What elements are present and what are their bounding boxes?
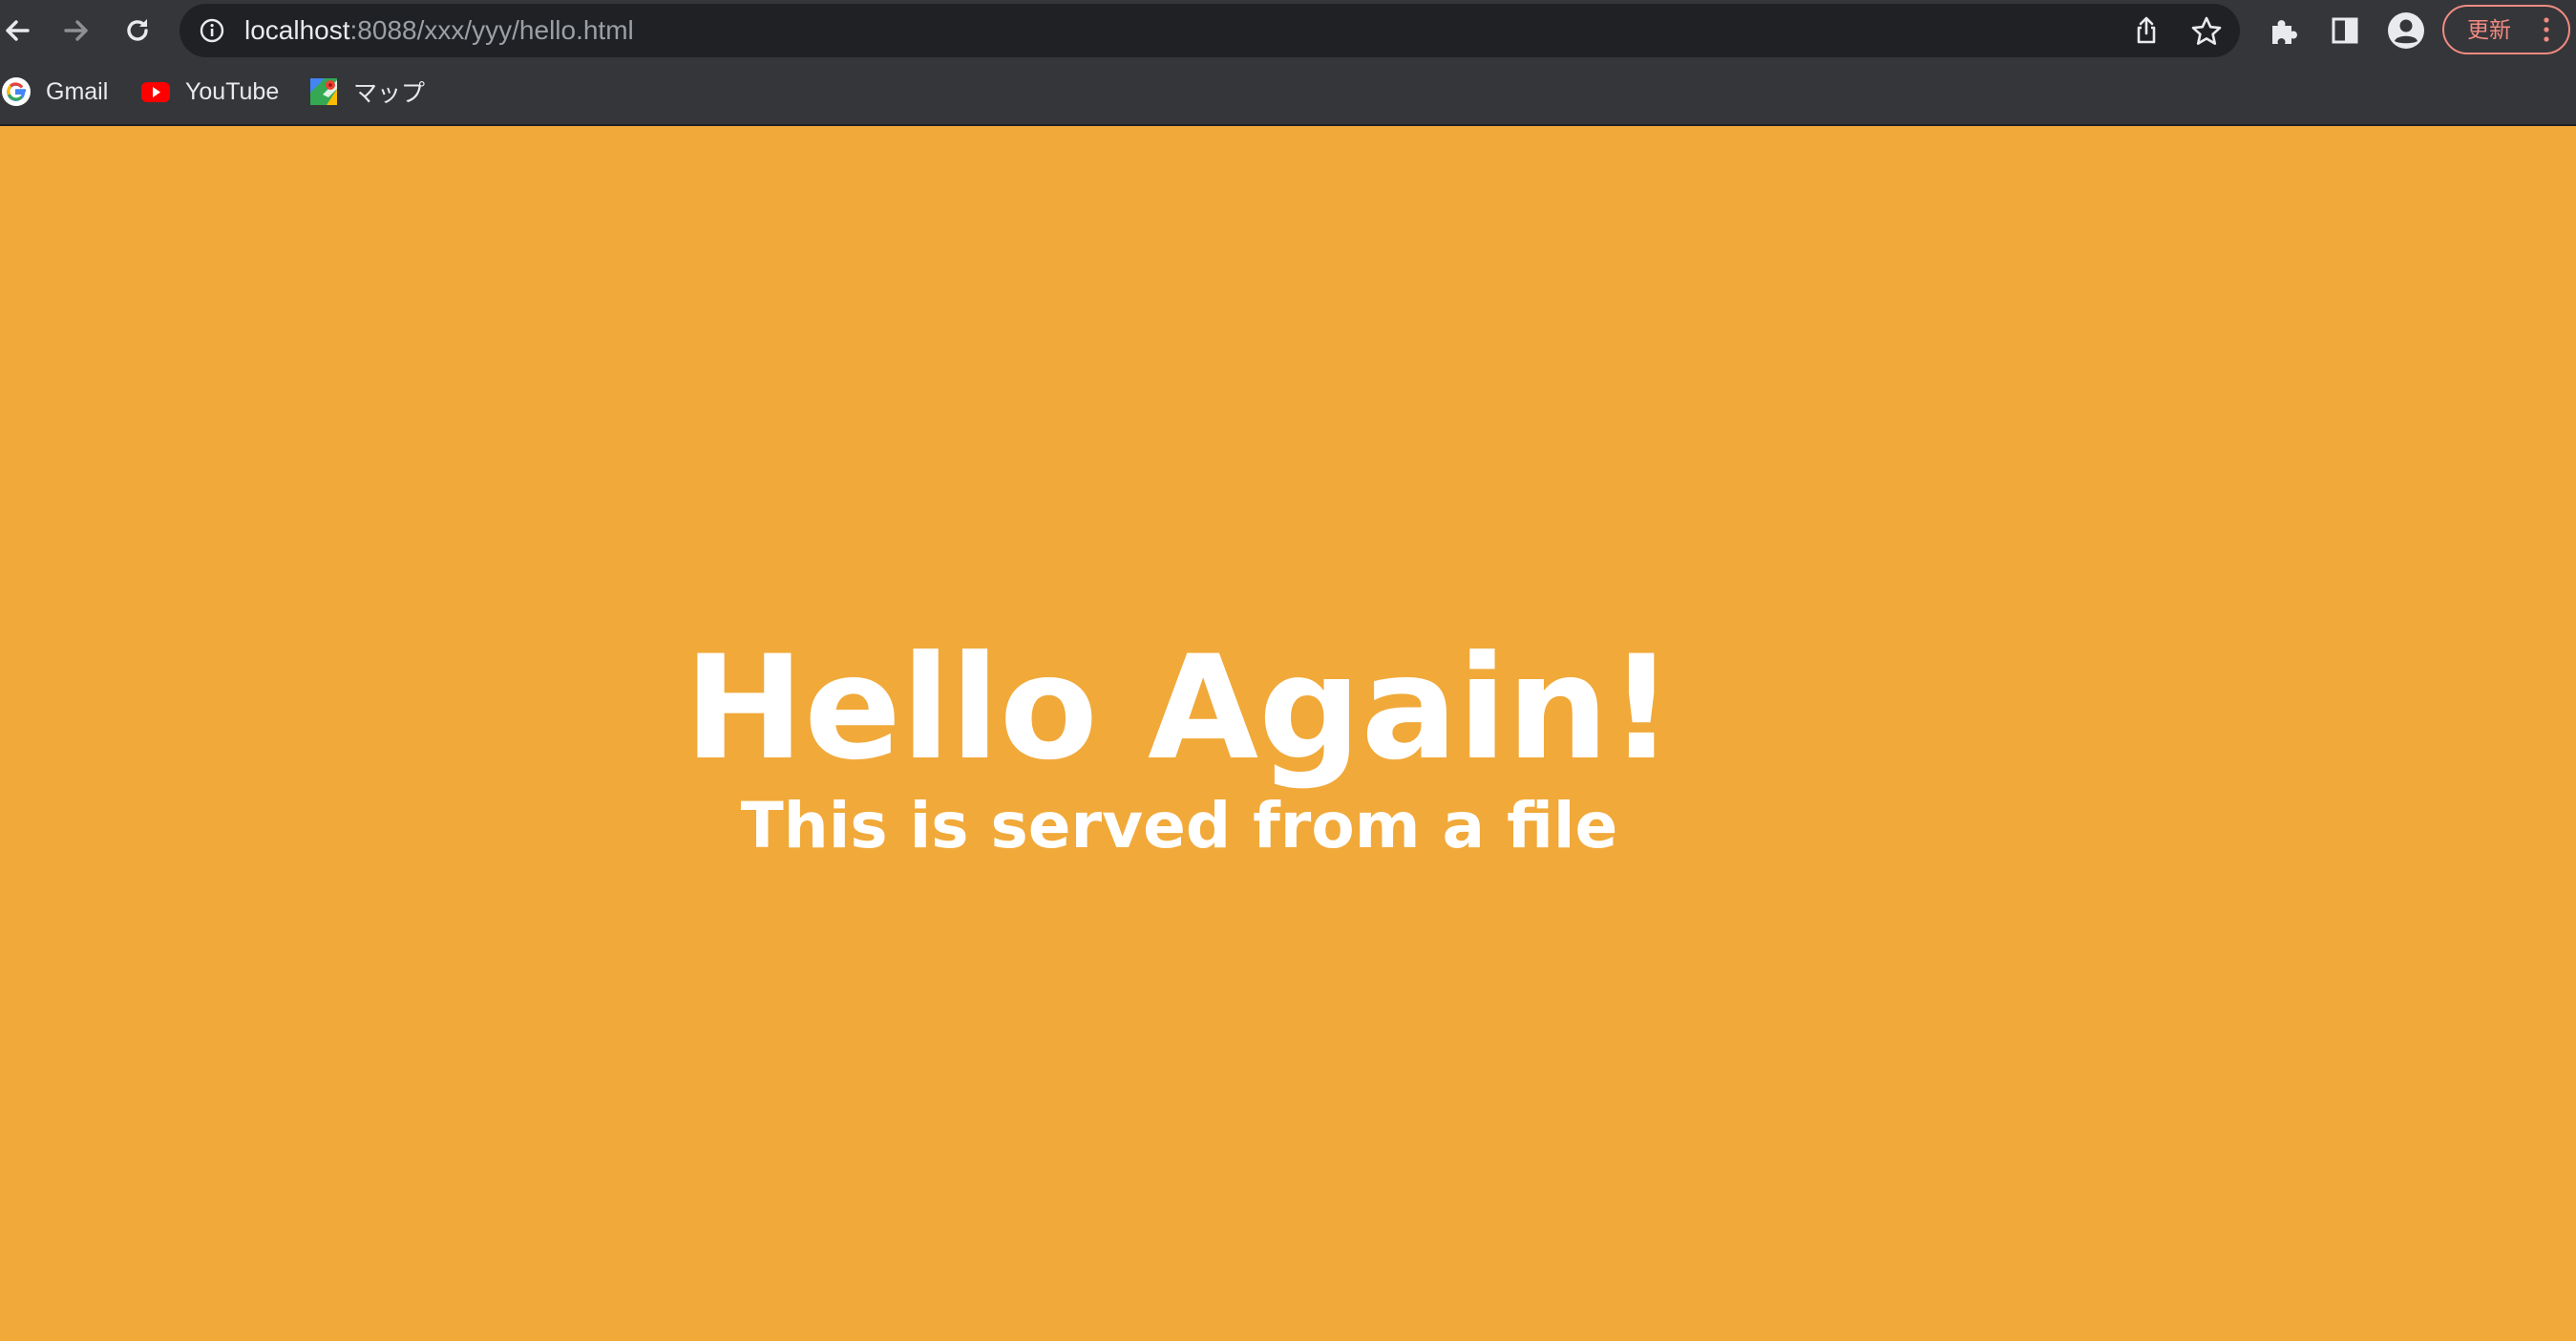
back-button[interactable] (0, 8, 40, 53)
bookmark-label: YouTube (185, 77, 280, 105)
kebab-menu-icon[interactable] (2540, 16, 2553, 43)
bookmarks-bar: Gmail YouTube マップ (0, 61, 2576, 126)
side-panel-icon (2332, 17, 2358, 44)
info-icon[interactable] (199, 17, 225, 44)
forward-button[interactable] (53, 8, 99, 53)
bookmark-gmail[interactable]: Gmail (0, 74, 108, 109)
address-bar[interactable]: localhost:8088/xxx/yyy/hello.html (179, 4, 2240, 57)
bookmark-label: Gmail (46, 77, 109, 105)
reload-button[interactable] (115, 8, 160, 53)
update-button[interactable]: 更新 (2442, 5, 2570, 54)
browser-toolbar: localhost:8088/xxx/yyy/hello.html 更新 (0, 0, 2576, 61)
reload-icon (127, 19, 148, 41)
star-icon[interactable] (2190, 15, 2223, 48)
google-icon (0, 75, 32, 108)
extensions-button[interactable] (2265, 11, 2303, 50)
arrow-right-icon (64, 20, 88, 41)
profile-icon (2388, 12, 2424, 49)
page-content: Hello Again! This is served from a file (0, 126, 2576, 1341)
url-host: localhost (244, 15, 350, 45)
url-path: :8088/xxx/yyy/hello.html (349, 15, 634, 45)
side-panel-button[interactable] (2326, 11, 2364, 50)
page-title: Hello Again! (684, 626, 1675, 792)
arrow-left-icon (6, 20, 30, 41)
browser-window: localhost:8088/xxx/yyy/hello.html 更新 Gma… (0, 0, 2576, 1341)
url-text[interactable]: localhost:8088/xxx/yyy/hello.html (244, 4, 634, 57)
share-icon[interactable] (2131, 15, 2162, 46)
youtube-icon (139, 75, 172, 108)
page-subtitle: This is served from a file (740, 789, 1618, 862)
update-label: 更新 (2467, 17, 2511, 42)
bookmark-youtube[interactable]: YouTube (139, 74, 279, 109)
bookmark-maps[interactable]: マップ (307, 74, 425, 109)
maps-icon (307, 75, 340, 108)
puzzle-icon (2272, 20, 2297, 44)
profile-button[interactable] (2387, 11, 2425, 50)
bookmark-label: マップ (353, 80, 426, 107)
